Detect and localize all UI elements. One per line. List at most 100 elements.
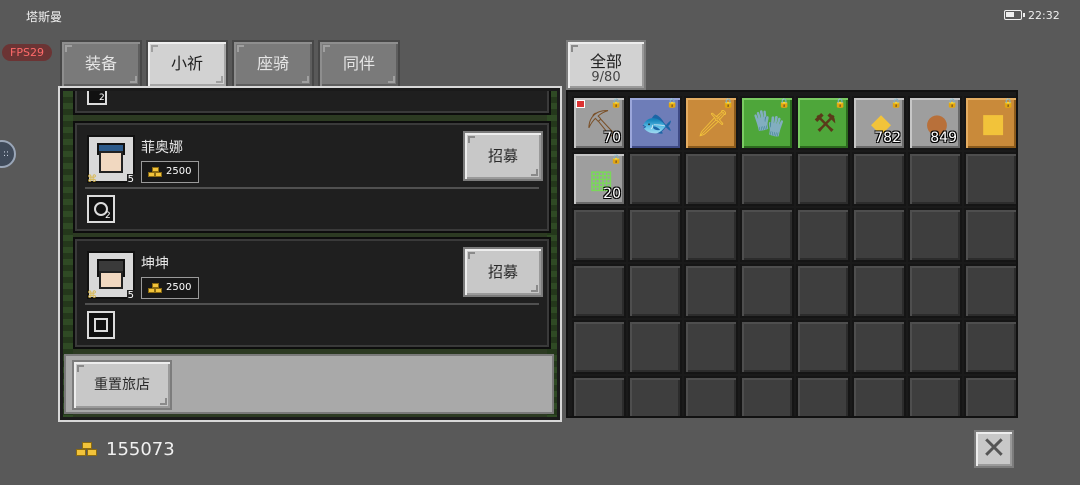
inventory-slot-empty[interactable] xyxy=(908,376,962,416)
gold-icon xyxy=(148,167,162,177)
clock: 22:32 xyxy=(1028,9,1060,22)
close-icon: ✕ xyxy=(981,431,1007,466)
inventory-slot-item[interactable]: ▦ 🔒 20 xyxy=(572,152,626,206)
item-count: 70 xyxy=(603,130,621,146)
inventory-slot-empty[interactable] xyxy=(908,264,962,318)
fps-counter: FPS29 xyxy=(2,44,52,61)
inventory-slot-empty[interactable] xyxy=(684,320,738,374)
inventory-slot-item[interactable]: ■ 🔒 xyxy=(964,96,1016,150)
inventory-slot-item[interactable]: 🗡 🔒 xyxy=(684,96,738,150)
inventory-slot-empty[interactable] xyxy=(628,208,682,262)
inventory-slot-empty[interactable] xyxy=(684,376,738,416)
recruit-button[interactable]: 招募 xyxy=(463,131,543,181)
inventory-slot-empty[interactable] xyxy=(740,264,794,318)
inventory-slot-empty[interactable] xyxy=(740,376,794,416)
inventory-slot-empty[interactable] xyxy=(628,376,682,416)
inventory-slot-item[interactable]: ⚒ 🔒 xyxy=(796,96,850,150)
tab-pray[interactable]: 小祈 xyxy=(146,40,228,88)
gold-amount: 155073 xyxy=(106,439,175,460)
inventory-slot-empty[interactable] xyxy=(684,152,738,206)
reset-inn-button[interactable]: 重置旅店 xyxy=(72,360,172,410)
skill-icon[interactable]: 2 xyxy=(87,195,115,223)
inventory-filter-all[interactable]: 全部 9/80 xyxy=(566,40,646,90)
gauntlet-icon: 🧤 xyxy=(752,109,786,139)
lock-icon: 🔒 xyxy=(946,99,958,109)
item-count: 782 xyxy=(874,130,901,146)
sword-icon: 🗡 xyxy=(696,109,730,139)
inventory-slot-item[interactable]: 🧤 🔒 xyxy=(740,96,794,150)
inventory-slot-empty[interactable] xyxy=(628,320,682,374)
recruit-button-label: 招募 xyxy=(487,147,518,165)
location-name: 塔斯曼 xyxy=(26,10,63,24)
inventory-slot-empty[interactable] xyxy=(572,376,626,416)
inventory-slot-empty[interactable] xyxy=(964,152,1016,206)
item-count: 849 xyxy=(930,130,957,146)
inventory-slot-empty[interactable] xyxy=(852,320,906,374)
level: 5 xyxy=(126,174,135,185)
inventory-slot-empty[interactable] xyxy=(684,208,738,262)
inventory-slot-empty[interactable] xyxy=(964,376,1016,416)
inventory-grid[interactable]: ⛏ 🔒 70 🐟 🔒 🗡 🔒 🧤 🔒 ⚒ 🔒 ◆ 🔒 782 ● 🔒 849 ■ 🔒 ▦ 🔒 20 xyxy=(566,90,1018,418)
inventory-slot-empty[interactable] xyxy=(628,152,682,206)
inventory-slot-item[interactable]: ◆ 🔒 782 xyxy=(852,96,906,150)
tab-mount[interactable]: 座骑 xyxy=(232,40,314,88)
inventory-slot-empty[interactable] xyxy=(740,208,794,262)
inventory-slot-item[interactable]: 🐟 🔒 xyxy=(628,96,682,150)
tab-label: 小祈 xyxy=(170,54,203,73)
inventory-slot-empty[interactable] xyxy=(740,320,794,374)
inventory-slot-empty[interactable] xyxy=(964,264,1016,318)
recruit-button-label: 招募 xyxy=(487,263,518,281)
tab-label: 装备 xyxy=(84,54,117,73)
lock-icon: 🔒 xyxy=(834,99,846,109)
close-button[interactable]: ✕ xyxy=(974,430,1014,468)
pickaxe-icon: ⚒ xyxy=(813,109,837,139)
inventory-slot-empty[interactable] xyxy=(908,320,962,374)
skill-icon: 2 xyxy=(87,91,107,105)
gold-block-icon: ■ xyxy=(980,109,1006,139)
inventory-slot-empty[interactable] xyxy=(908,208,962,262)
inventory-slot-empty[interactable] xyxy=(852,264,906,318)
recruit-name: 菲奥娜 xyxy=(141,140,183,156)
price-badge: 2500 xyxy=(141,161,199,183)
tab-equipment[interactable]: 装备 xyxy=(60,40,142,88)
item-count: 20 xyxy=(603,186,621,202)
inventory-slot-empty[interactable] xyxy=(908,152,962,206)
inventory-slot-empty[interactable] xyxy=(628,264,682,318)
inventory-slot-empty[interactable] xyxy=(796,376,850,416)
inventory-slot-empty[interactable] xyxy=(572,208,626,262)
recruit-name: 坤坤 xyxy=(141,256,169,272)
recruit-card: ⌘ 5 菲奥娜 2500 招募 2 xyxy=(73,121,551,233)
new-badge xyxy=(576,100,585,108)
recruit-button[interactable]: 招募 xyxy=(463,247,543,297)
skill-icon[interactable] xyxy=(87,311,115,339)
gold-icon xyxy=(76,442,98,458)
level: 5 xyxy=(126,290,135,301)
lock-icon: 🔒 xyxy=(722,99,734,109)
inventory-slot-empty[interactable] xyxy=(852,376,906,416)
tab-companion[interactable]: 同伴 xyxy=(318,40,400,88)
inventory-slot-empty[interactable] xyxy=(796,208,850,262)
fish-icon: 🐟 xyxy=(640,109,674,139)
avatar: ⌘ 5 xyxy=(87,135,135,185)
avatar: ⌘ 5 xyxy=(87,251,135,301)
action-bar: 重置旅店 xyxy=(64,354,554,414)
inventory-slot-empty[interactable] xyxy=(572,264,626,318)
reset-inn-label: 重置旅店 xyxy=(94,377,150,393)
inventory-slot-empty[interactable] xyxy=(964,208,1016,262)
price-badge: 2500 xyxy=(141,277,199,299)
inventory-slot-empty[interactable] xyxy=(684,264,738,318)
inventory-slot-item[interactable]: ● 🔒 849 xyxy=(908,96,962,150)
tab-label: 同伴 xyxy=(342,54,375,73)
inventory-slot-empty[interactable] xyxy=(964,320,1016,374)
inventory-slot-empty[interactable] xyxy=(852,208,906,262)
inventory-slot-item[interactable]: ⛏ 🔒 70 xyxy=(572,96,626,150)
inventory-slot-empty[interactable] xyxy=(796,264,850,318)
inventory-slot-empty[interactable] xyxy=(740,152,794,206)
floating-menu-button[interactable]: :: xyxy=(0,140,16,168)
inventory-slot-empty[interactable] xyxy=(572,320,626,374)
lock-icon: 🔒 xyxy=(610,99,622,109)
inventory-slot-empty[interactable] xyxy=(852,152,906,206)
lock-icon: 🔒 xyxy=(666,99,678,109)
inventory-slot-empty[interactable] xyxy=(796,152,850,206)
inventory-slot-empty[interactable] xyxy=(796,320,850,374)
